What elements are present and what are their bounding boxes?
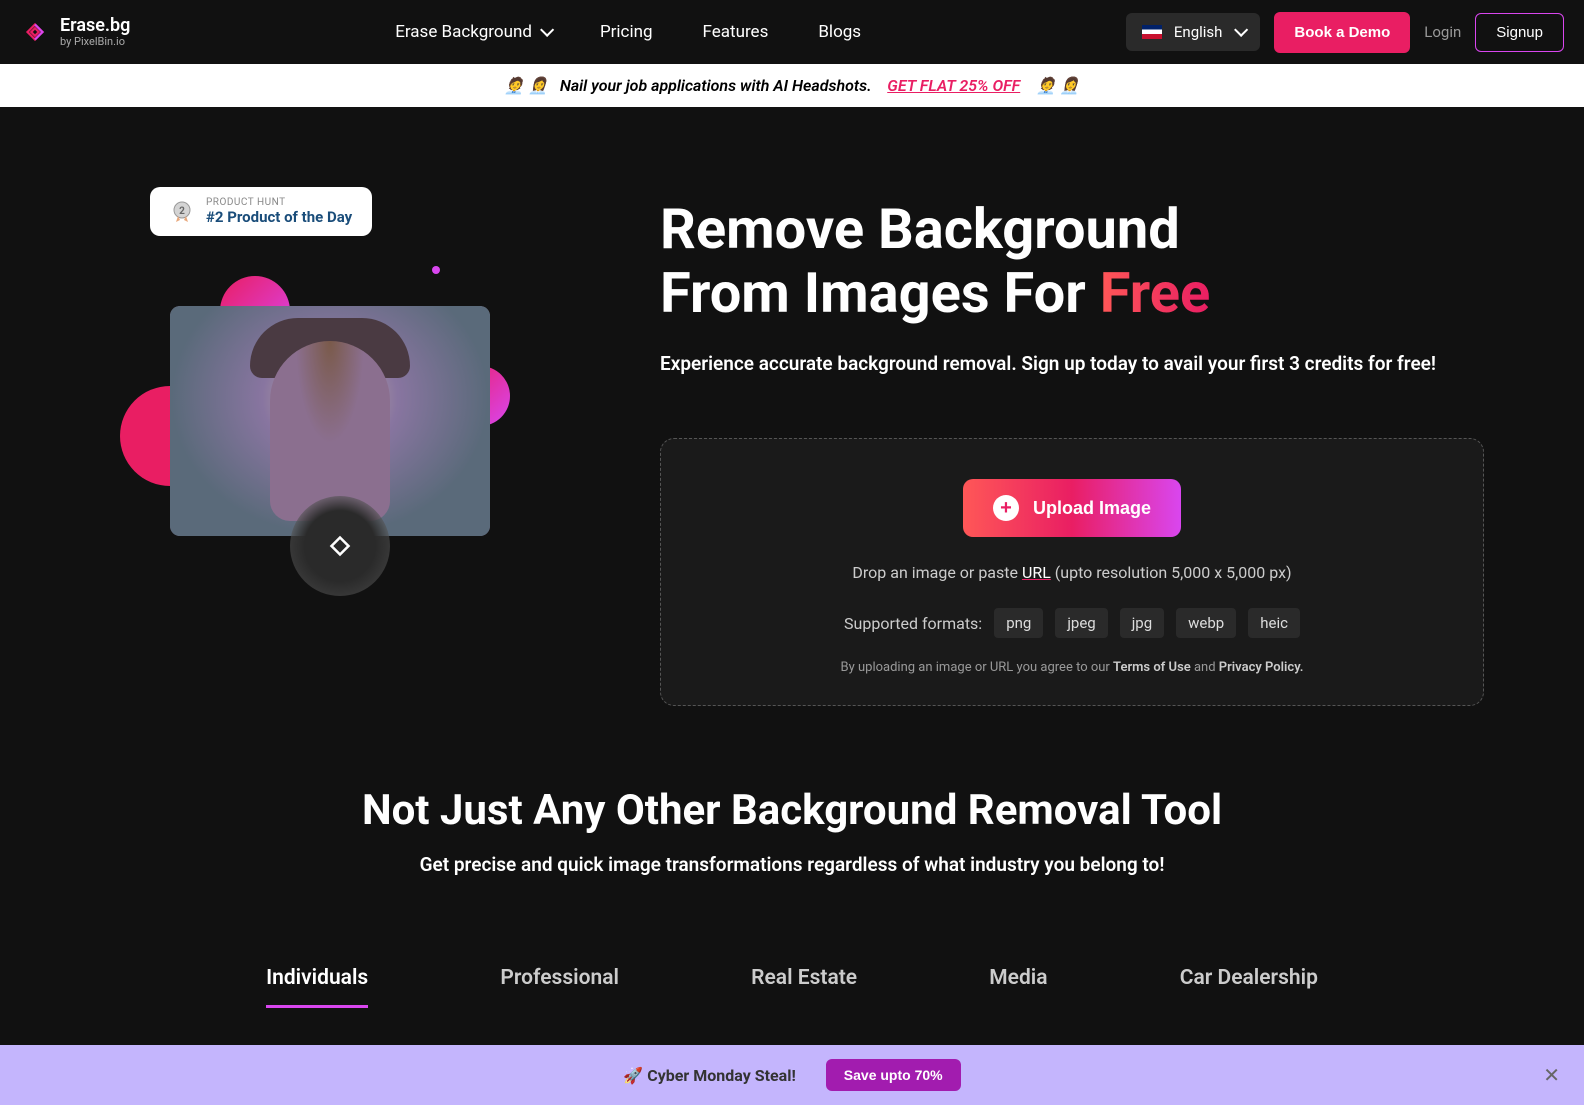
tab-individuals[interactable]: Individuals [266, 966, 368, 1008]
nav-features[interactable]: Features [703, 22, 769, 42]
medal-icon: 2 [170, 200, 194, 224]
header: Erase.bg by PixelBin.io Erase Background… [0, 0, 1584, 64]
upload-box[interactable]: + Upload Image Drop an image or paste UR… [660, 438, 1484, 706]
rocket-icon: 🚀 [623, 1066, 643, 1085]
terms-prefix: By uploading an image or URL you agree t… [841, 660, 1114, 675]
header-actions: English Book a Demo Login Signup [1126, 12, 1564, 53]
hero-left: 2 PRODUCT HUNT #2 Product of the Day [100, 187, 580, 706]
format-tag: png [994, 608, 1043, 638]
flag-icon [1142, 25, 1162, 39]
language-label: English [1174, 23, 1223, 41]
hero-subtitle: Experience accurate background removal. … [660, 350, 1484, 379]
tab-car-dealership[interactable]: Car Dealership [1180, 966, 1318, 1008]
promo-emoji-right: 🧑‍💼 👩‍💼 [1036, 76, 1080, 95]
product-hunt-label: PRODUCT HUNT [206, 197, 352, 208]
format-tag: jpg [1120, 608, 1164, 638]
plus-icon: + [993, 495, 1019, 521]
format-tag: webp [1176, 608, 1236, 638]
drop-text: Drop an image or paste URL (upto resolut… [691, 563, 1453, 582]
login-link[interactable]: Login [1424, 23, 1461, 41]
bottom-cta-button[interactable]: Save upto 70% [826, 1059, 961, 1091]
logo-title: Erase.bg [60, 16, 130, 36]
chevron-down-icon [1234, 23, 1248, 37]
nav-erase-background[interactable]: Erase Background [395, 22, 550, 42]
tab-professional[interactable]: Professional [500, 966, 619, 1008]
hero-right: Remove Background From Images For Free E… [660, 187, 1484, 706]
product-hunt-text: PRODUCT HUNT #2 Product of the Day [206, 197, 352, 226]
promo-cta-link[interactable]: GET FLAT 25% OFF [887, 76, 1020, 95]
signup-button[interactable]: Signup [1475, 13, 1564, 52]
close-icon[interactable]: ✕ [1543, 1063, 1560, 1087]
drop-suffix: (upto resolution 5,000 x 5,000 px) [1051, 563, 1292, 582]
terms-link[interactable]: Terms of Use [1113, 660, 1191, 675]
svg-text:2: 2 [179, 206, 185, 217]
upload-button-label: Upload Image [1033, 498, 1151, 519]
hero-title-line2a: From Images For [660, 260, 1100, 326]
formats-row: Supported formats: png jpeg jpg webp hei… [691, 608, 1453, 638]
promo-banner: 🧑‍💼 👩‍💼 Nail your job applications with … [0, 64, 1584, 107]
bottom-promo-bar: 🚀 Cyber Monday Steal! Save upto 70% ✕ [0, 1045, 1584, 1105]
industry-tabs: Individuals Professional Real Estate Med… [100, 966, 1484, 1008]
bottom-promo-text: 🚀 Cyber Monday Steal! [623, 1066, 795, 1085]
decorative-circle [432, 266, 440, 274]
promo-text: Nail your job applications with AI Heads… [560, 76, 872, 95]
book-demo-button[interactable]: Book a Demo [1274, 12, 1410, 53]
terms-text: By uploading an image or URL you agree t… [691, 660, 1453, 675]
terms-and: and [1191, 660, 1219, 675]
main-nav: Erase Background Pricing Features Blogs [395, 22, 861, 42]
format-tag: heic [1248, 608, 1300, 638]
section-not-just-any: Not Just Any Other Background Removal To… [0, 746, 1584, 1008]
privacy-link[interactable]: Privacy Policy. [1219, 660, 1304, 675]
tab-real-estate[interactable]: Real Estate [751, 966, 857, 1008]
language-selector[interactable]: English [1126, 13, 1261, 51]
nav-blogs[interactable]: Blogs [818, 22, 861, 42]
logo[interactable]: Erase.bg by PixelBin.io [20, 16, 130, 48]
section2-title: Not Just Any Other Background Removal To… [100, 786, 1484, 835]
hero-title-free: Free [1100, 260, 1211, 326]
upload-image-button[interactable]: + Upload Image [963, 479, 1181, 537]
url-link[interactable]: URL [1022, 563, 1051, 582]
hero-image-area [140, 266, 520, 566]
tab-media[interactable]: Media [989, 966, 1047, 1008]
hero-section: 2 PRODUCT HUNT #2 Product of the Day [0, 107, 1584, 746]
logo-subtitle: by PixelBin.io [60, 36, 130, 48]
processing-indicator [290, 496, 390, 596]
nav-pricing[interactable]: Pricing [600, 22, 653, 42]
bottom-promo-label: Cyber Monday Steal! [647, 1066, 796, 1085]
promo-emoji-left: 🧑‍💼 👩‍💼 [504, 76, 548, 95]
product-hunt-title: #2 Product of the Day [206, 208, 352, 226]
section2-subtitle: Get precise and quick image transformati… [100, 853, 1484, 876]
drop-prefix: Drop an image or paste [852, 563, 1022, 582]
logo-icon [323, 529, 357, 563]
hero-title-line1: Remove Background [660, 196, 1180, 262]
logo-icon [20, 17, 50, 47]
chevron-down-icon [540, 23, 554, 37]
nav-erase-background-label: Erase Background [395, 22, 532, 42]
product-hunt-badge[interactable]: 2 PRODUCT HUNT #2 Product of the Day [150, 187, 372, 236]
hero-title: Remove Background From Images For Free [660, 197, 1484, 326]
logo-text: Erase.bg by PixelBin.io [60, 16, 130, 48]
formats-label: Supported formats: [844, 614, 982, 633]
format-tag: jpeg [1055, 608, 1107, 638]
